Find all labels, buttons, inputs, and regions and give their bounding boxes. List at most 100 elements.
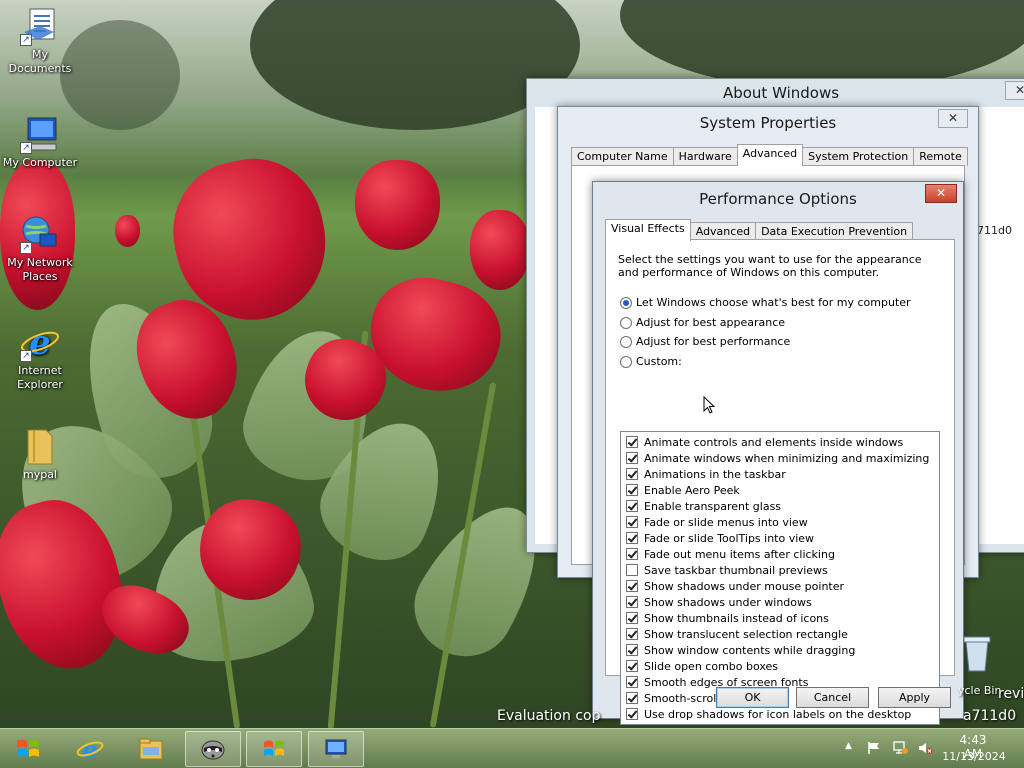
radio-button[interactable]: [620, 296, 632, 309]
close-button[interactable]: ✕: [938, 109, 968, 128]
effect-option-row[interactable]: Animate controls and elements inside win…: [626, 434, 903, 450]
effect-label: Save taskbar thumbnail previews: [644, 563, 828, 577]
effect-checkbox[interactable]: [626, 452, 638, 464]
effect-option-row[interactable]: Fade or slide menus into view: [626, 514, 808, 530]
desktop-icon-mypal[interactable]: mypal: [0, 426, 80, 482]
effect-checkbox[interactable]: [626, 580, 638, 592]
radio-button[interactable]: [620, 316, 632, 329]
shortcut-arrow-icon: ↗: [20, 350, 32, 362]
effect-option-row[interactable]: Animate windows when minimizing and maxi…: [626, 450, 929, 466]
effect-checkbox[interactable]: [626, 532, 638, 544]
radio-label: Let Windows choose what's best for my co…: [636, 296, 911, 309]
effect-checkbox[interactable]: [626, 676, 638, 688]
taskbar-item-raccoon-app[interactable]: [185, 731, 241, 767]
effect-label: Enable Aero Peek: [644, 483, 740, 497]
effect-checkbox[interactable]: [626, 628, 638, 640]
desktop-icon-label: mypal: [22, 468, 57, 481]
performance-options-window[interactable]: Performance Options ✕ Visual Effects Adv…: [592, 181, 964, 725]
visual-effects-list[interactable]: Animate controls and elements inside win…: [620, 431, 940, 725]
shortcut-arrow-icon: ↗: [20, 142, 32, 154]
effect-label: Fade or slide ToolTips into view: [644, 531, 815, 545]
effect-option-row[interactable]: Slide open combo boxes: [626, 658, 778, 674]
effect-option-row[interactable]: Use drop shadows for icon labels on the …: [626, 706, 911, 722]
effect-option-row[interactable]: Enable transparent glass: [626, 498, 781, 514]
radio-label: Adjust for best performance: [636, 335, 791, 348]
effect-checkbox[interactable]: [626, 692, 638, 704]
desktop-icon-internet-explorer[interactable]: e ↗ Internet Explorer: [0, 322, 80, 392]
radio-best-performance[interactable]: Adjust for best performance: [620, 335, 790, 348]
svg-text:e: e: [29, 323, 51, 362]
tab-hardware[interactable]: Hardware: [672, 147, 738, 166]
effect-option-row[interactable]: Fade out menu items after clicking: [626, 546, 835, 562]
network-icon[interactable]: [892, 741, 908, 755]
effect-option-row[interactable]: Save taskbar thumbnail previews: [626, 562, 828, 578]
radio-button[interactable]: [620, 335, 632, 348]
effect-option-row[interactable]: Show translucent selection rectangle: [626, 626, 848, 642]
shortcut-arrow-icon: ↗: [20, 34, 32, 46]
effect-checkbox[interactable]: [626, 548, 638, 560]
internet-explorer-icon: e: [76, 735, 104, 763]
effect-label: Show window contents while dragging: [644, 643, 856, 657]
radio-custom[interactable]: Custom:: [620, 355, 682, 368]
file-explorer-icon: [139, 738, 163, 760]
cancel-button[interactable]: Cancel: [796, 687, 869, 708]
effect-checkbox[interactable]: [626, 596, 638, 608]
effect-option-row[interactable]: Show window contents while dragging: [626, 642, 855, 658]
effect-checkbox[interactable]: [626, 516, 638, 528]
effect-option-row[interactable]: Animations in the taskbar: [626, 466, 786, 482]
build-watermark: a711d0: [963, 708, 1017, 724]
effect-label: Show translucent selection rectangle: [644, 627, 848, 641]
volume-muted-icon[interactable]: [917, 741, 933, 755]
effect-option-row[interactable]: Show shadows under windows: [626, 594, 812, 610]
effect-option-row[interactable]: Fade or slide ToolTips into view: [626, 530, 814, 546]
about-side-text: 711d0: [977, 224, 1012, 237]
recycle-bin-icon[interactable]: [962, 633, 992, 673]
radio-best-appearance[interactable]: Adjust for best appearance: [620, 316, 785, 329]
clock-date[interactable]: 11/13/2024: [940, 750, 1008, 763]
tab-visual-effects[interactable]: Visual Effects: [605, 219, 691, 241]
taskbar-item-system-monitor[interactable]: [308, 731, 364, 767]
action-center-flag-icon[interactable]: [866, 741, 882, 755]
effect-checkbox[interactable]: [626, 468, 638, 480]
tab-advanced[interactable]: Advanced: [736, 144, 804, 166]
effect-label: Animate controls and elements inside win…: [644, 435, 904, 449]
tab-computer-name[interactable]: Computer Name: [571, 147, 674, 166]
apply-button[interactable]: Apply: [878, 687, 951, 708]
effect-option-row[interactable]: Enable Aero Peek: [626, 482, 740, 498]
tab-remote[interactable]: Remote: [913, 147, 968, 166]
tab-system-protection[interactable]: System Protection: [802, 147, 915, 166]
taskbar-item-windows-flag[interactable]: [246, 731, 302, 767]
desktop-icon-my-computer[interactable]: ↗ My Computer: [0, 114, 80, 170]
visual-effects-panel: Select the settings you want to use for …: [605, 239, 955, 725]
effect-label: Enable transparent glass: [644, 499, 782, 513]
effect-checkbox[interactable]: [626, 612, 638, 624]
watermark-preview-text: review: [998, 686, 1024, 702]
effect-checkbox[interactable]: [626, 660, 638, 672]
system-properties-tabs: Computer Name Hardware Advanced System P…: [571, 144, 968, 166]
effect-option-row[interactable]: Show thumbnails instead of icons: [626, 610, 829, 626]
effect-option-row[interactable]: Show shadows under mouse pointer: [626, 578, 844, 594]
radio-button[interactable]: [620, 355, 632, 368]
radio-label: Adjust for best appearance: [636, 316, 786, 329]
effect-checkbox[interactable]: [626, 644, 638, 656]
start-button[interactable]: [6, 733, 50, 765]
effect-checkbox[interactable]: [626, 436, 638, 448]
effect-checkbox[interactable]: [626, 484, 638, 496]
folder-icon: [27, 429, 53, 465]
effect-checkbox[interactable]: [626, 500, 638, 512]
effect-label: Fade or slide menus into view: [644, 515, 808, 529]
ok-button[interactable]: OK: [716, 687, 789, 708]
close-button[interactable]: ✕: [1005, 81, 1024, 100]
effect-checkbox[interactable]: [626, 708, 638, 720]
taskbar-item-file-explorer[interactable]: [123, 731, 179, 767]
desktop-icon-my-documents[interactable]: ↗ My Documents: [0, 6, 80, 76]
desktop-icon-my-network-places[interactable]: ↗ My Network Places: [0, 214, 80, 284]
close-button[interactable]: ✕: [925, 184, 957, 203]
show-hidden-icons-button[interactable]: ▲: [845, 741, 852, 751]
effect-checkbox[interactable]: [626, 564, 638, 576]
taskbar-item-internet-explorer[interactable]: e: [62, 731, 118, 767]
radio-let-windows-choose[interactable]: Let Windows choose what's best for my co…: [620, 296, 911, 309]
effect-label: Animate windows when minimizing and maxi…: [644, 451, 930, 465]
radio-label: Custom:: [636, 355, 682, 368]
windows-logo-icon: [17, 739, 39, 757]
